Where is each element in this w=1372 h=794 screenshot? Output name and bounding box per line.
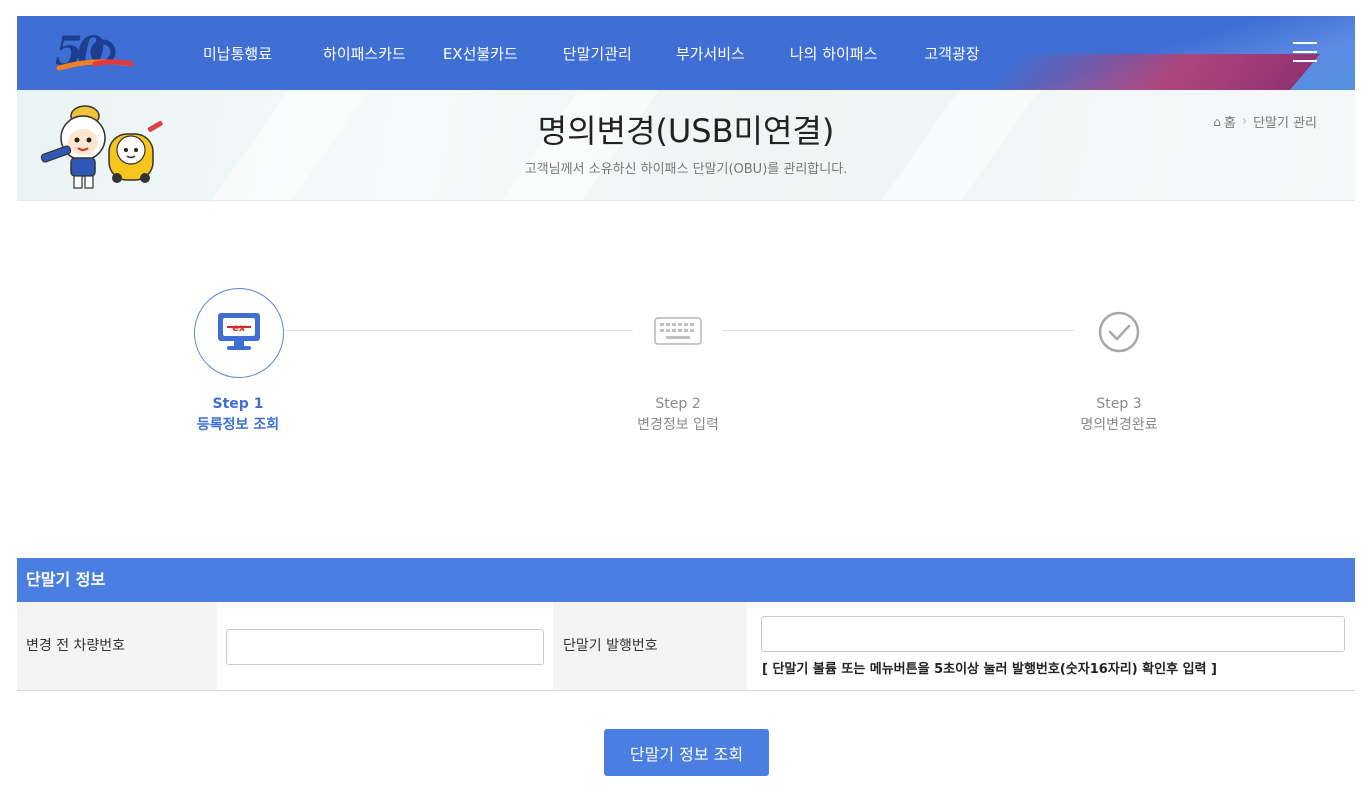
logo-swoosh-icon (56, 39, 134, 71)
step-connector (283, 330, 633, 331)
previous-plate-label: 변경 전 차량번호 (17, 602, 217, 690)
issue-number-label: 단말기 발행번호 (553, 602, 747, 690)
terminal-info-search-button[interactable]: 단말기 정보 조회 (604, 729, 769, 776)
issue-number-hint: [ 단말기 볼륨 또는 메뉴버튼을 5초이상 눌러 발행번호(숫자16자리) 확… (762, 662, 1217, 677)
step-1-text: 등록정보 조회 (196, 417, 280, 433)
nav-item-customer-plaza[interactable]: 고객광장 (924, 43, 979, 64)
step-1-label: Step 1 등록정보 조회 (138, 394, 338, 436)
breadcrumb: ⌂ 홈 › 단말기 관리 (1213, 112, 1317, 131)
monitor-ex-icon: ex (218, 313, 260, 350)
step-3-label: Step 3 명의변경완료 (1019, 394, 1219, 436)
page-banner: 명의변경(USB미연결) 고객님께서 소유하신 하이패스 단말기(OBU)를 관… (17, 90, 1355, 201)
progress-steps: ex Step 1 등록정보 조회 Step 2 변경정보 입력 Step 3 … (0, 285, 1372, 445)
top-navigation-bar: 50 미납통행료 하이패스카드 EX선불카드 단말기관리 부가서비스 나의 하이… (17, 16, 1355, 90)
nav-item-unpaid-toll[interactable]: 미납통행료 (203, 43, 272, 64)
step-2-label: Step 2 변경정보 입력 (578, 394, 778, 436)
nav-decoration-accent (969, 54, 1321, 90)
hamburger-menu-icon[interactable] (1293, 42, 1317, 62)
nav-item-ex-prepaid-card[interactable]: EX선불카드 (443, 43, 518, 64)
section-header-terminal-info: 단말기 정보 (17, 558, 1355, 602)
step-2-number: Step 2 (655, 396, 701, 412)
step-1-number: Step 1 (212, 396, 264, 412)
issue-number-input[interactable] (761, 616, 1345, 652)
breadcrumb-current: 단말기 관리 (1253, 116, 1317, 131)
keyboard-icon (654, 317, 702, 345)
home-icon[interactable]: ⌂ (1213, 115, 1221, 129)
previous-plate-cell (217, 602, 553, 690)
nav-item-my-hipass[interactable]: 나의 하이패스 (790, 43, 878, 64)
nav-item-hipass-card[interactable]: 하이패스카드 (323, 43, 406, 64)
chevron-right-icon: › (1241, 114, 1248, 129)
step-3-number: Step 3 (1096, 396, 1142, 412)
step-connector (722, 330, 1074, 331)
nav-item-additional-services[interactable]: 부가서비스 (676, 43, 745, 64)
nav-item-terminal-management[interactable]: 단말기관리 (563, 43, 632, 64)
previous-plate-input[interactable] (226, 629, 544, 665)
check-circle-icon (1098, 311, 1140, 353)
site-logo[interactable]: 50 (55, 28, 135, 76)
svg-text:ex: ex (232, 323, 246, 334)
step-2-text: 변경정보 입력 (637, 417, 719, 433)
page-subtitle: 고객님께서 소유하신 하이패스 단말기(OBU)를 관리합니다. (524, 162, 848, 177)
main-menu: 미납통행료 하이패스카드 EX선불카드 단말기관리 부가서비스 나의 하이패스 … (203, 16, 980, 90)
page-title: 명의변경(USB미연결) (537, 112, 835, 150)
step-3-text: 명의변경완료 (1080, 417, 1158, 433)
breadcrumb-home[interactable]: 홈 (1224, 112, 1236, 131)
terminal-info-form: 변경 전 차량번호 단말기 발행번호 [ 단말기 볼륨 또는 메뉴버튼을 5초이… (17, 602, 1355, 691)
